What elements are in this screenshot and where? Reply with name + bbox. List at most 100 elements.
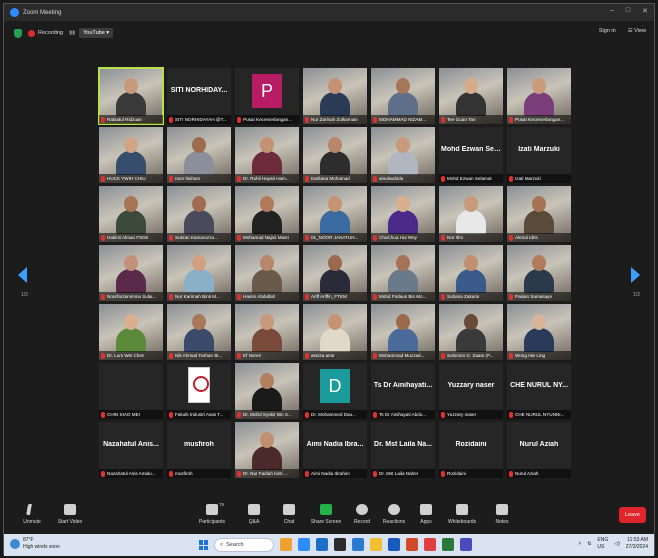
participant-tile[interactable]: Hanim Abdullah <box>235 245 299 301</box>
participant-tile[interactable]: Yuzzary naser Yuzzary naser <box>439 363 503 419</box>
taskbar-app-icon[interactable] <box>442 538 454 551</box>
participant-tile[interactable]: SITI NORHIDAY... SITI NORHIDAYAH @T... <box>167 68 231 124</box>
participant-tile[interactable]: Aimi Nadia Ibra... Aimi Nadia Ibrahim <box>303 422 367 478</box>
security-shield-icon[interactable] <box>14 28 22 38</box>
network-icon[interactable]: ⇅ <box>587 541 591 547</box>
zoom-app-icon[interactable] <box>298 538 310 551</box>
participant-tile[interactable]: 01_NOOR JANATUN... <box>303 186 367 242</box>
participant-tile[interactable]: Dr. Mst Laila Na... Dr. Mst Laila Naher <box>371 422 435 478</box>
participant-tile[interactable]: Ariff Ariffin_FTKM <box>303 245 367 301</box>
participant-tile[interactable]: Hakimi Alman FSDK <box>99 186 163 242</box>
chevron-up-icon[interactable]: ˄ <box>578 541 581 547</box>
participant-name-bar: 01_NOOR JANATUN... <box>303 233 367 242</box>
participant-tile[interactable]: musfiroh musfiroh <box>167 422 231 478</box>
participant-tile[interactable]: Dr. Ruhil Hayati Ham... <box>235 127 299 183</box>
participant-tile[interactable]: Nur Karimah Binti M... <box>167 245 231 301</box>
windows-start-icon[interactable] <box>199 540 209 550</box>
participant-tile[interactable]: Nurul Aziah Nurul Aziah <box>507 422 571 478</box>
taskbar-app-icon[interactable] <box>406 538 418 551</box>
notes-button[interactable]: Notes <box>482 504 522 525</box>
participant-tile[interactable]: Nor Ilmi <box>439 186 503 242</box>
participant-tile[interactable]: Ts Dr Ainihayati... Ts Dr Ainihayati Abdu… <box>371 363 435 419</box>
participant-tile[interactable]: Fakulti Industri Asas T... <box>167 363 231 419</box>
participant-video <box>388 196 418 234</box>
leave-button[interactable]: Leave <box>619 507 646 523</box>
participant-tile[interactable]: Nazahatul Anis... Nazahatul Anis Amalu... <box>99 422 163 478</box>
taskbar-app-icon[interactable] <box>280 538 292 551</box>
taskbar-app-icon[interactable] <box>316 538 328 551</box>
participant-tile[interactable]: Akmal Idris <box>507 186 571 242</box>
muted-mic-icon <box>305 411 309 418</box>
taskbar-app-icon[interactable] <box>424 538 436 551</box>
participant-tile[interactable]: Dr. Lum Wei Chen <box>99 304 163 360</box>
zoom-window: Zoom Meeting – □ ✕ Recording ▮▮ YouTube … <box>3 3 655 556</box>
participant-tile[interactable]: Nur Zarinah Zulkarnain <box>303 68 367 124</box>
participant-tile[interactable]: Nik Ahmad Farhan Bi... <box>167 304 231 360</box>
next-page-arrow-icon[interactable] <box>631 267 640 283</box>
livestream-dropdown[interactable]: YouTube ▾ <box>79 28 114 38</box>
participants-button[interactable]: 76 Participants <box>192 502 232 525</box>
participant-tile[interactable]: Noorfarzanimma Sulai... <box>99 245 163 301</box>
participant-tile[interactable]: Ef Noren <box>235 304 299 360</box>
participant-tile[interactable]: Mohd Firdaus Bin Mo... <box>371 245 435 301</box>
view-button[interactable]: ☰ View <box>628 28 646 34</box>
participant-name: Rabiatul Ridzuan <box>107 117 142 122</box>
language-indicator[interactable]: ENG US <box>597 537 608 551</box>
previous-page-arrow-icon[interactable] <box>18 267 27 283</box>
participant-tile[interactable]: MOHAMMAD NIZAM... <box>371 68 435 124</box>
share-screen-button[interactable]: Share Screen <box>306 504 346 525</box>
participant-tile[interactable]: Dr. Nur Fadiah binti ... <box>235 422 299 478</box>
participant-tile[interactable]: Mohd Ezwan Sel... Mohd Ezwan Selamat <box>439 127 503 183</box>
participant-tile[interactable]: D Dr. Mohammed Dau... <box>303 363 367 419</box>
participant-tile[interactable]: Rabiatul Ridzuan <box>98 67 164 125</box>
participant-tile[interactable]: Pusat Kecemerlangan... <box>507 68 571 124</box>
recording-pause-icon[interactable]: ▮▮ <box>69 30 75 36</box>
participant-tile[interactable]: Tee Guan Tan <box>439 68 503 124</box>
muted-mic-icon <box>509 293 513 300</box>
participant-tile[interactable]: ainulwahida <box>371 127 435 183</box>
participant-tile[interactable]: Suhana Zakaria <box>439 245 503 301</box>
taskbar-search[interactable]: ⌕ Search <box>214 538 274 552</box>
participant-tile[interactable]: Wong Hie Ling <box>507 304 571 360</box>
participant-tile[interactable]: CHE NURUL NY... CHE NURUL NYUNNI... <box>507 363 571 419</box>
muted-mic-icon <box>509 352 513 359</box>
participant-tile[interactable]: CHIN SIAO MEI <box>99 363 163 419</box>
participant-tile[interactable]: HUCK YWIH CHIU <box>99 127 163 183</box>
chat-button[interactable]: Chat <box>269 504 309 525</box>
participant-name: Tee Guan Tan <box>447 117 476 122</box>
participant-tile[interactable]: P Pusat Kecemerlangan... <box>235 68 299 124</box>
participant-tile[interactable]: Dr. Mohd Syakir Bin S... <box>235 363 299 419</box>
participant-tile[interactable]: Mohammad Muzzad... <box>371 304 435 360</box>
participant-tile[interactable]: Paisan Samasaye <box>507 245 571 301</box>
close-button[interactable]: ✕ <box>642 7 648 15</box>
taskbar-app-icon[interactable] <box>352 538 364 551</box>
sign-in-link[interactable]: Sign in <box>599 28 616 34</box>
whiteboards-button[interactable]: Whiteboards <box>442 504 482 525</box>
participant-tile[interactable]: ChuChua Hui Wey <box>371 186 435 242</box>
participant-tile[interactable]: noor hisham <box>167 127 231 183</box>
taskbar-app-icon[interactable] <box>460 538 472 551</box>
minimize-button[interactable]: – <box>610 7 614 15</box>
participant-tile[interactable]: Izati Marzuki Izati Marzuki <box>507 127 571 183</box>
apps-button[interactable]: Apps <box>406 504 446 525</box>
taskbar-app-icon[interactable] <box>334 538 346 551</box>
file-explorer-icon[interactable] <box>370 538 382 551</box>
clock[interactable]: 11:53 AM 27/3/2024 <box>626 537 648 551</box>
participant-tile[interactable]: Darliana Mohamad <box>303 127 367 183</box>
maximize-button[interactable]: □ <box>626 7 630 15</box>
participant-video <box>252 137 282 175</box>
participant-tile[interactable]: Mohamad Najmi Masri <box>235 186 299 242</box>
participant-tile[interactable]: asniza amir <box>303 304 367 360</box>
taskbar-app-icon[interactable] <box>388 538 400 551</box>
participant-tile[interactable]: Sukran Kamaruzza... <box>167 186 231 242</box>
participant-tile[interactable]: Rozidaini Rozidaini <box>439 422 503 478</box>
start-video-button[interactable]: Start Video <box>50 504 90 525</box>
weather-widget[interactable]: 87°F High winds soon <box>10 537 60 551</box>
participant-tile[interactable]: Solomon G. Zaato (P... <box>439 304 503 360</box>
unmute-button[interactable]: Unmute <box>12 504 52 525</box>
participant-name-bar: Dr. Mohammed Dau... <box>303 410 367 419</box>
participant-video <box>456 196 486 234</box>
participant-name-bar: Nur Zarinah Zulkarnain <box>303 115 367 124</box>
qa-button[interactable]: Q&A <box>234 504 274 525</box>
volume-icon[interactable]: ◁) <box>614 541 620 547</box>
